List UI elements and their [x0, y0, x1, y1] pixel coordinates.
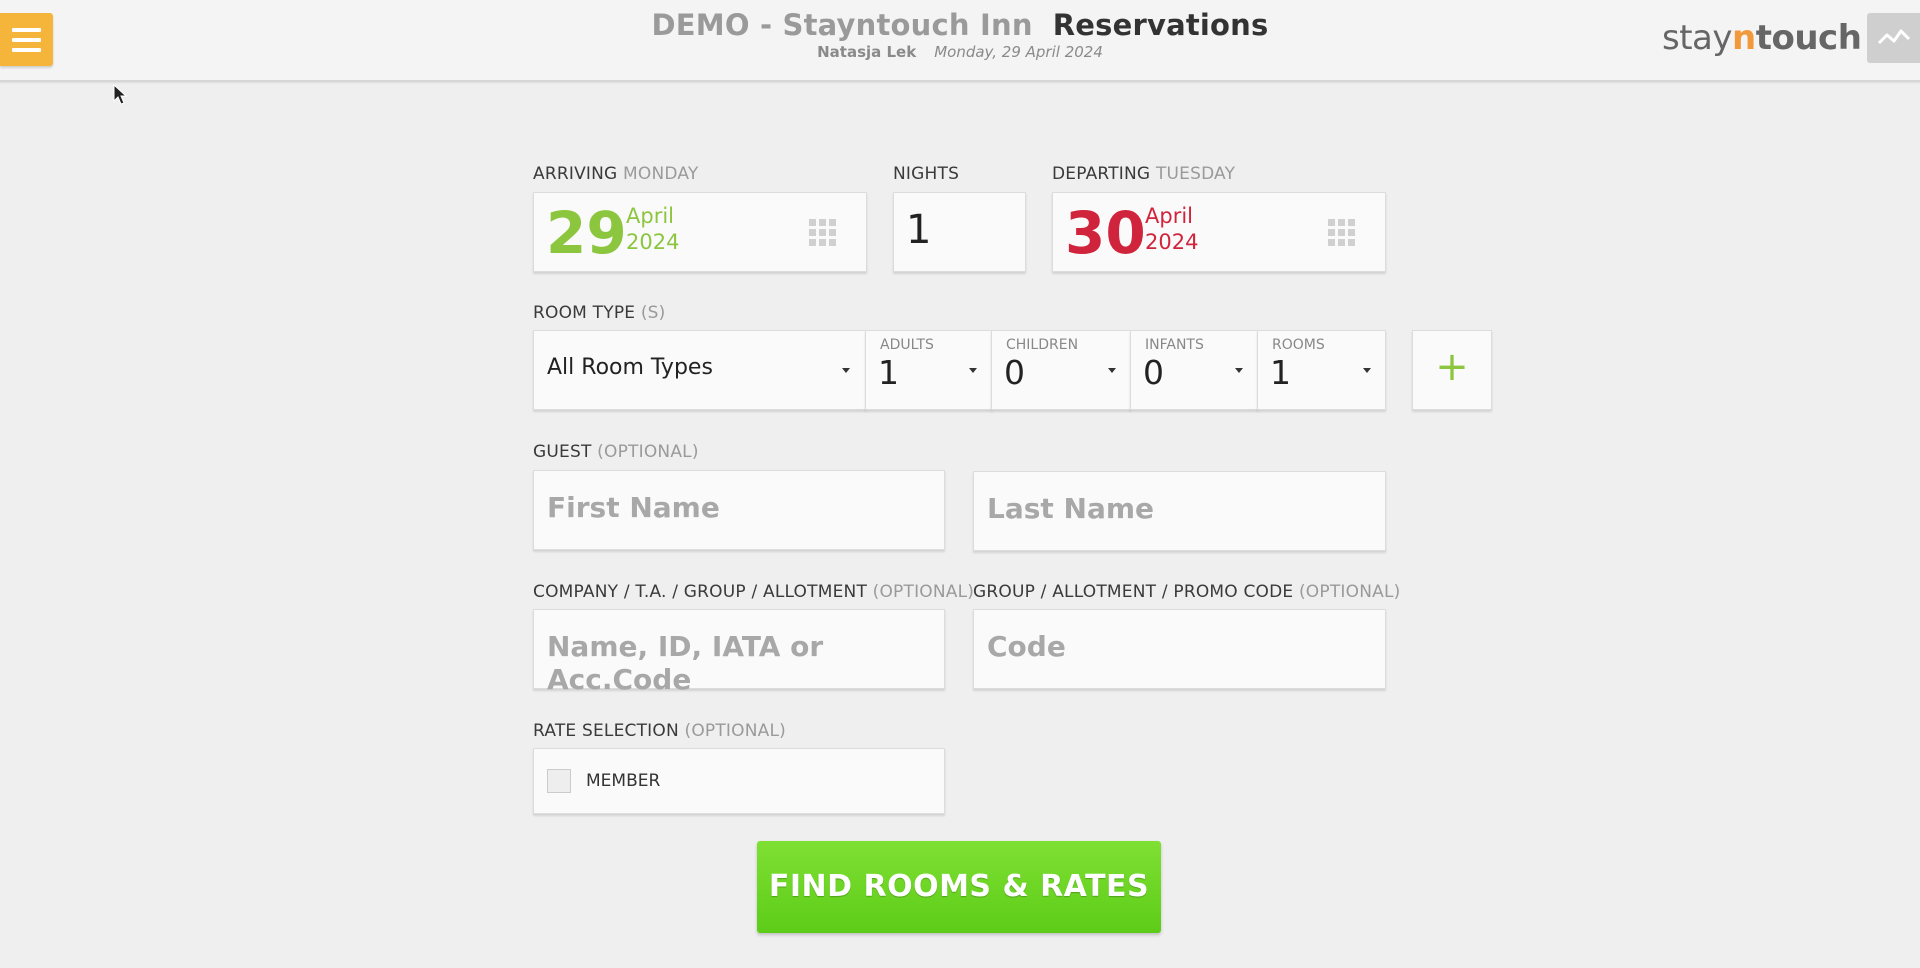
chevron-down-icon: [842, 368, 850, 373]
promo-code-input[interactable]: Code: [973, 609, 1386, 689]
adults-label: ADULTS: [880, 337, 934, 353]
room-type-label: ROOM TYPE (S): [533, 303, 666, 323]
add-room-type-button[interactable]: +: [1412, 330, 1492, 410]
arrival-day: 29: [546, 199, 627, 267]
nights-value: 1: [906, 207, 932, 253]
children-label: CHILDREN: [1006, 337, 1079, 353]
infants-label: INFANTS: [1145, 337, 1204, 353]
rooms-value: 1: [1270, 353, 1291, 392]
company-search-input[interactable]: Name, ID, IATA or Acc.Code: [533, 609, 945, 696]
chevron-down-icon: [969, 368, 977, 373]
arriving-label: ARRIVING MONDAY: [533, 164, 699, 184]
adults-value: 1: [878, 353, 899, 392]
calendar-grid-icon: [1328, 219, 1355, 246]
hotel-name: DEMO - Stayntouch Inn: [651, 8, 1033, 42]
promo-code-placeholder: Code: [987, 630, 1066, 663]
last-name-placeholder: Last Name: [987, 492, 1155, 525]
member-checkbox[interactable]: [547, 769, 571, 793]
rooms-select[interactable]: ROOMS 1: [1257, 330, 1386, 410]
arrival-month-year: April 2024: [626, 204, 680, 254]
room-type-value: All Room Types: [547, 355, 713, 380]
top-header: DEMO - Stayntouch Inn Reservations Natasj…: [0, 0, 1920, 82]
departure-date-picker[interactable]: 30 April 2024: [1052, 192, 1386, 272]
header-title-block: DEMO - Stayntouch Inn Reservations Natasj…: [0, 8, 1920, 61]
page-title: Reservations: [1052, 8, 1269, 42]
children-value: 0: [1004, 353, 1025, 392]
first-name-placeholder: First Name: [547, 491, 720, 524]
adults-select[interactable]: ADULTS 1: [865, 330, 992, 410]
first-name-input[interactable]: First Name: [533, 470, 945, 550]
rooms-label: ROOMS: [1272, 337, 1325, 353]
guest-label: GUEST (OPTIONAL): [533, 442, 699, 462]
activity-graph-icon: [1877, 29, 1911, 45]
business-date: Monday, 29 April 2024: [934, 43, 1103, 61]
chevron-down-icon: [1363, 368, 1371, 373]
stayntouch-logo: stayntouch: [1662, 18, 1862, 58]
chevron-down-icon: [1235, 368, 1243, 373]
member-label: MEMBER: [586, 771, 661, 791]
user-name: Natasja Lek: [817, 43, 917, 61]
company-label: COMPANY / T.A. / GROUP / ALLOTMENT (OPTI…: [533, 582, 975, 602]
infants-select[interactable]: INFANTS 0: [1130, 330, 1258, 410]
last-name-input[interactable]: Last Name: [973, 471, 1386, 551]
member-rate-option[interactable]: MEMBER: [533, 748, 945, 814]
departing-label: DEPARTING TUESDAY: [1052, 164, 1236, 184]
children-select[interactable]: CHILDREN 0: [991, 330, 1131, 410]
plus-icon: +: [1435, 344, 1469, 390]
calendar-grid-icon: [809, 219, 836, 246]
nights-input[interactable]: 1: [893, 192, 1026, 272]
room-type-select[interactable]: All Room Types: [533, 330, 866, 410]
find-rooms-rates-button[interactable]: FIND ROOMS & RATES: [757, 841, 1161, 933]
nights-label: NIGHTS: [893, 164, 960, 184]
infants-value: 0: [1143, 353, 1164, 392]
company-placeholder: Name, ID, IATA or Acc.Code: [547, 630, 824, 696]
arrival-date-picker[interactable]: 29 April 2024: [533, 192, 867, 272]
chevron-down-icon: [1108, 368, 1116, 373]
departure-month-year: April 2024: [1145, 204, 1199, 254]
activity-graph-button[interactable]: [1867, 13, 1920, 63]
mouse-cursor-icon: [113, 84, 128, 105]
departure-day: 30: [1065, 199, 1146, 267]
rate-selection-label: RATE SELECTION (OPTIONAL): [533, 721, 786, 741]
promo-code-label: GROUP / ALLOTMENT / PROMO CODE (OPTIONAL…: [973, 582, 1401, 602]
